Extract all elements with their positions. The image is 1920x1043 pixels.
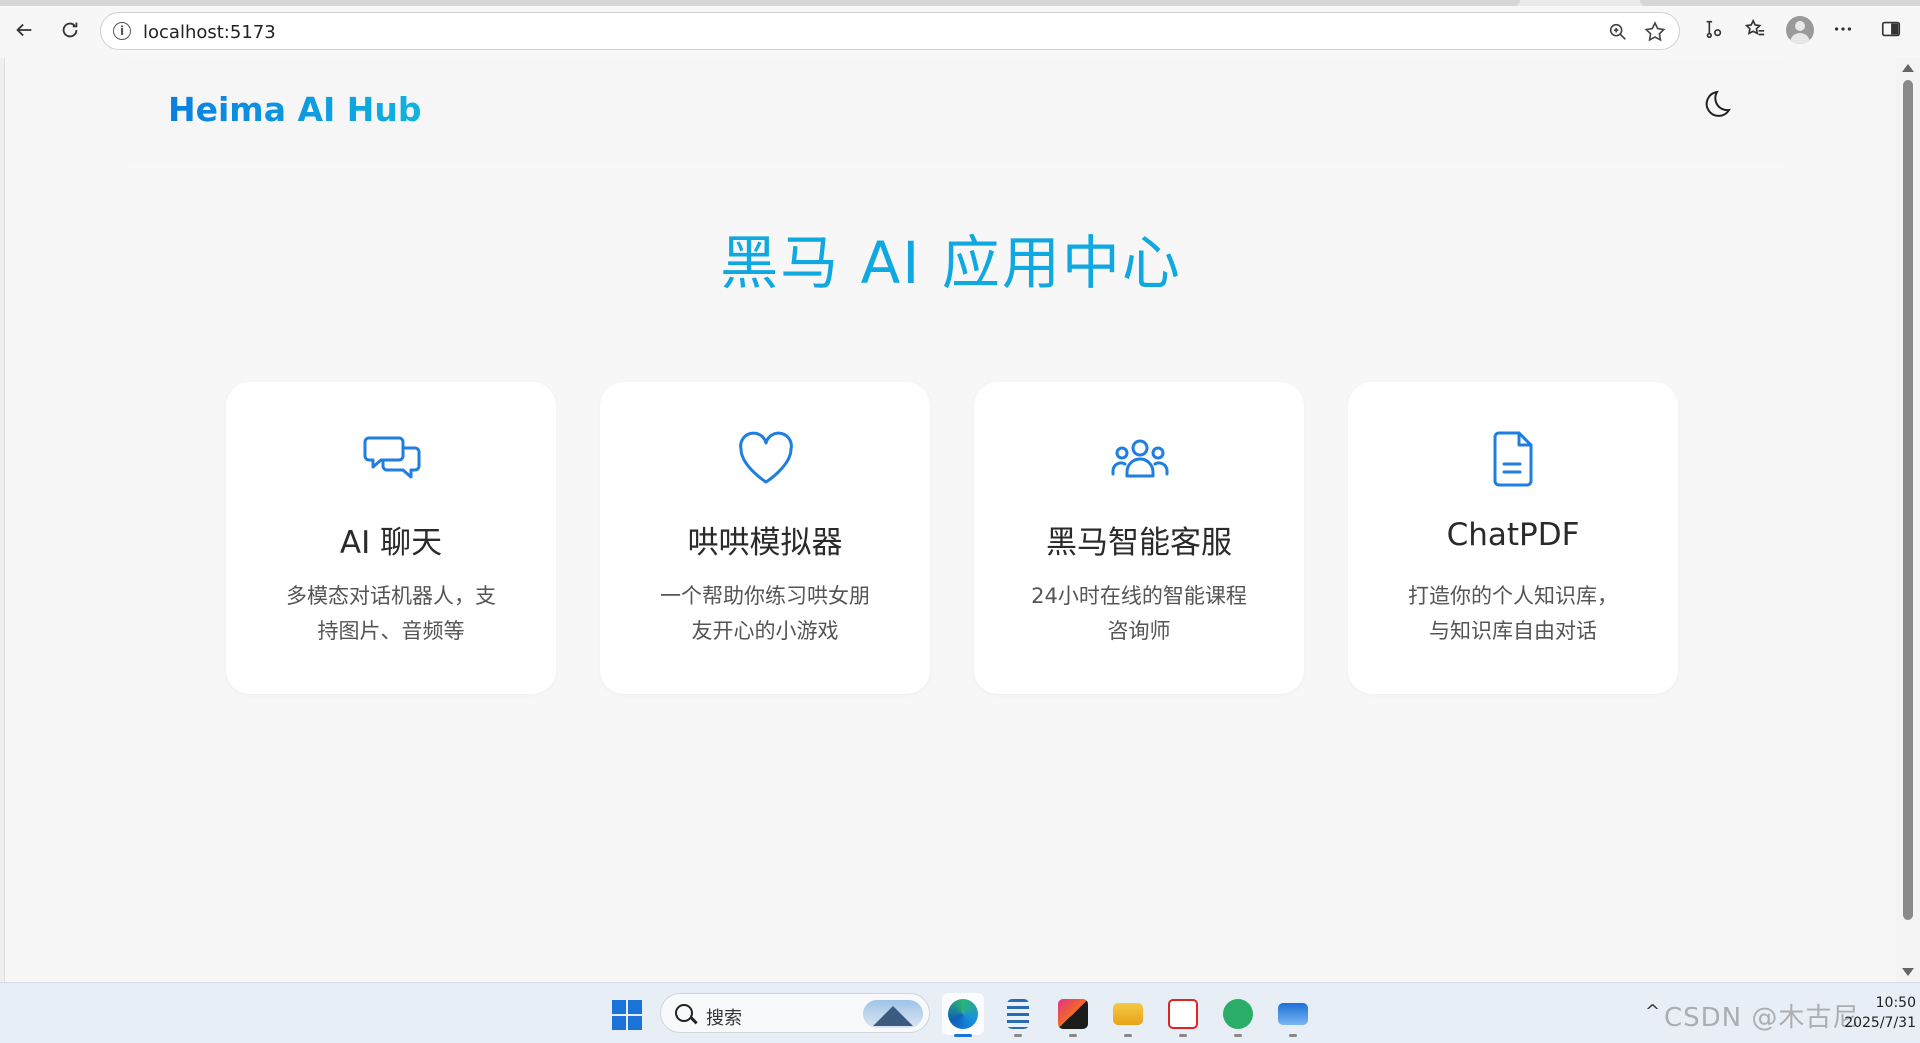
app-card-coax-simulator[interactable]: 哄哄模拟器 一个帮助你练习哄女朋友开心的小游戏 xyxy=(600,382,930,694)
sidebar-toggle-icon[interactable] xyxy=(1878,16,1904,42)
os-taskbar: 搜索 ^ CSDN @木古尼 10:50 2025/7/31 xyxy=(0,982,1920,1043)
favorite-star-icon[interactable] xyxy=(1643,20,1667,44)
address-bar[interactable]: i localhost:5173 xyxy=(100,12,1680,50)
page-scrollbar[interactable] xyxy=(1896,58,1920,982)
chat-bubbles-icon xyxy=(361,428,423,490)
wps-icon xyxy=(1168,999,1198,1029)
edge-browser-icon xyxy=(948,999,978,1029)
app-card-customer-service[interactable]: 黑马智能客服 24小时在线的智能课程咨询师 xyxy=(974,382,1304,694)
tab-strip xyxy=(0,0,1920,6)
taskbar-notepad[interactable] xyxy=(997,993,1039,1037)
zoom-icon[interactable] xyxy=(1607,21,1629,43)
profile-avatar[interactable] xyxy=(1786,16,1814,44)
back-button[interactable] xyxy=(8,14,40,46)
reload-icon xyxy=(62,22,78,38)
card-description: 多模态对话机器人，支持图片、音频等 xyxy=(286,584,496,643)
card-title: 黑马智能客服 xyxy=(1046,525,1232,561)
card-title: AI 聊天 xyxy=(339,525,443,561)
more-options-icon[interactable] xyxy=(1830,16,1856,42)
reload-button[interactable] xyxy=(54,14,86,46)
scroll-down-icon[interactable] xyxy=(1902,968,1914,976)
notepad-icon xyxy=(1007,999,1029,1029)
taskbar-remote-desktop[interactable] xyxy=(1272,993,1314,1037)
taskbar-file-explorer[interactable] xyxy=(1107,993,1149,1037)
theme-toggle-button[interactable] xyxy=(1703,86,1739,122)
taskbar-edge[interactable] xyxy=(942,993,984,1037)
scroll-thumb[interactable] xyxy=(1903,80,1913,920)
clock-date: 2025/7/31 xyxy=(1844,1015,1916,1031)
card-description: 一个帮助你练习哄女朋友开心的小游戏 xyxy=(660,584,870,643)
taskbar-search[interactable]: 搜索 xyxy=(660,993,930,1033)
folder-icon xyxy=(1113,1003,1143,1025)
app-logo[interactable]: Heima AI Hub xyxy=(168,90,422,129)
monitor-icon xyxy=(1278,1003,1308,1025)
taskbar-wechat[interactable] xyxy=(1217,993,1259,1037)
card-title: 哄哄模拟器 xyxy=(687,525,843,561)
search-icon xyxy=(675,1004,693,1022)
clock-time: 10:50 xyxy=(1875,995,1916,1011)
search-label: 搜索 xyxy=(706,1008,742,1029)
favorites-icon[interactable] xyxy=(1742,16,1768,42)
page-viewport: Heima AI Hub 黑马 AI 应用中心 AI 聊天 多模态对话机器人，支… xyxy=(4,58,1896,982)
app-card-ai-chat[interactable]: AI 聊天 多模态对话机器人，支持图片、音频等 xyxy=(226,382,556,694)
mountain-scene-icon xyxy=(863,1000,923,1028)
card-description: 24小时在线的智能课程咨询师 xyxy=(1031,584,1247,643)
group-icon xyxy=(1109,428,1171,490)
windows-start-icon[interactable] xyxy=(612,1000,642,1030)
intellij-icon xyxy=(1058,999,1088,1029)
taskbar-intellij[interactable] xyxy=(1052,993,1094,1037)
system-clock[interactable]: 10:50 2025/7/31 xyxy=(1826,993,1916,1033)
scroll-up-icon[interactable] xyxy=(1902,64,1914,72)
moon-icon xyxy=(1705,90,1731,117)
document-icon xyxy=(1483,428,1545,490)
app-card-chatpdf[interactable]: ChatPDF 打造你的个人知识库，与知识库自由对话 xyxy=(1348,382,1678,694)
wechat-icon xyxy=(1223,999,1253,1029)
taskbar-wps[interactable] xyxy=(1162,993,1204,1037)
browser-toolbar: i localhost:5173 xyxy=(0,0,1920,58)
heart-icon xyxy=(735,428,797,490)
system-tray[interactable]: ^ xyxy=(1645,1001,1660,1022)
arrow-left-icon xyxy=(16,23,32,37)
url-text[interactable]: localhost:5173 xyxy=(143,22,276,43)
page-title: 黑马 AI 应用中心 xyxy=(720,229,1182,297)
card-description: 打造你的个人知识库，与知识库自由对话 xyxy=(1408,584,1618,643)
info-icon[interactable]: i xyxy=(113,22,131,40)
chevron-up-icon[interactable]: ^ xyxy=(1645,1001,1660,1022)
read-aloud-icon[interactable] xyxy=(1700,16,1726,42)
card-title: ChatPDF xyxy=(1446,517,1580,553)
